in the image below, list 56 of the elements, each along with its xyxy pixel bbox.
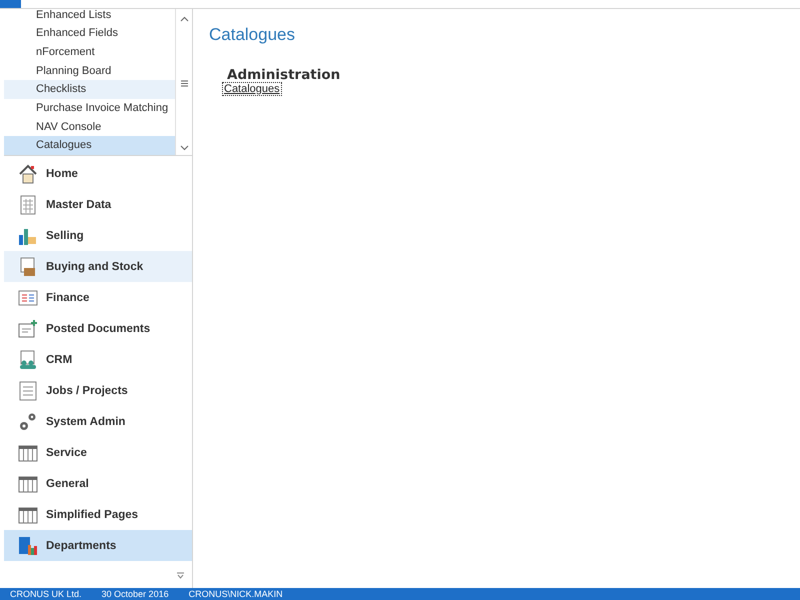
navigation-item[interactable]: Home [4, 158, 192, 189]
page-title: Catalogues [209, 25, 296, 45]
navigation-label: Selling [46, 230, 84, 242]
navigation-label: Jobs / Projects [46, 384, 128, 396]
navigation-item[interactable]: Service [4, 437, 192, 468]
navigation-item[interactable]: Jobs / Projects [4, 375, 192, 406]
navigation-label: Service [46, 446, 87, 458]
feature-list-item[interactable]: Planning Board [4, 62, 175, 80]
navigation-item[interactable]: Simplified Pages [4, 499, 192, 530]
navigation-label: CRM [46, 354, 72, 366]
house-icon [18, 164, 38, 184]
feature-list-item[interactable]: NAV Console [4, 118, 175, 136]
gears-icon [18, 412, 38, 432]
user-name: CRONUS\NICK.MAKIN [188, 589, 283, 599]
navigation-item[interactable]: Selling [4, 220, 192, 251]
navigation-item[interactable]: Posted Documents [4, 313, 192, 344]
people-icon [18, 350, 38, 370]
feature-list-item[interactable]: Catalogues [4, 136, 175, 155]
document-plus-icon [18, 318, 38, 338]
scroll-down-icon[interactable] [180, 143, 188, 152]
navigation-label: Master Data [46, 198, 112, 210]
navigation-item[interactable]: General [4, 468, 192, 499]
navigation-label: Departments [46, 540, 116, 552]
navigation-label: Simplified Pages [46, 508, 138, 520]
navigation-label: Finance [46, 292, 90, 304]
navigation-item[interactable]: Departments [4, 530, 192, 561]
navigation-label: General [46, 478, 89, 490]
navigation-label: System Admin [46, 416, 126, 428]
navigation-item[interactable]: Finance [4, 282, 192, 313]
table-icon [18, 474, 38, 494]
checklist-icon [18, 380, 38, 400]
table-icon [18, 504, 38, 524]
navigation-item[interactable]: CRM [4, 344, 192, 375]
table-icon [18, 442, 38, 462]
feature-list-item[interactable]: Purchase Invoice Matching [4, 98, 175, 118]
feature-list-item[interactable]: nForcement [4, 42, 175, 62]
spreadsheet-icon [18, 194, 38, 214]
work-date: 30 October 2016 [102, 589, 169, 599]
expand-icon[interactable] [177, 571, 184, 579]
ledger-icon [18, 288, 38, 308]
navigation-item[interactable]: Buying and Stock [4, 251, 192, 282]
navigation-label: Buying and Stock [46, 260, 144, 272]
navigation-label: Posted Documents [46, 322, 150, 334]
navigation-label: Home [46, 168, 78, 180]
feature-list-item[interactable]: Enhanced Lists [4, 9, 175, 24]
chart-sheet-icon [18, 536, 38, 556]
navigation-item[interactable]: System Admin [4, 406, 192, 437]
scroll-up-icon[interactable] [180, 15, 188, 24]
group-heading: Administration [227, 67, 340, 83]
navigation-item[interactable]: Master Data [4, 189, 192, 220]
company-name: CRONUS UK Ltd. [10, 589, 82, 599]
catalogues-link[interactable]: Catalogues [223, 83, 281, 95]
scroll-thumb-icon[interactable] [180, 79, 188, 88]
document-box-icon [18, 256, 38, 276]
feature-list-item[interactable]: Checklists [4, 80, 175, 99]
feature-list-item[interactable]: Enhanced Fields [4, 24, 175, 43]
